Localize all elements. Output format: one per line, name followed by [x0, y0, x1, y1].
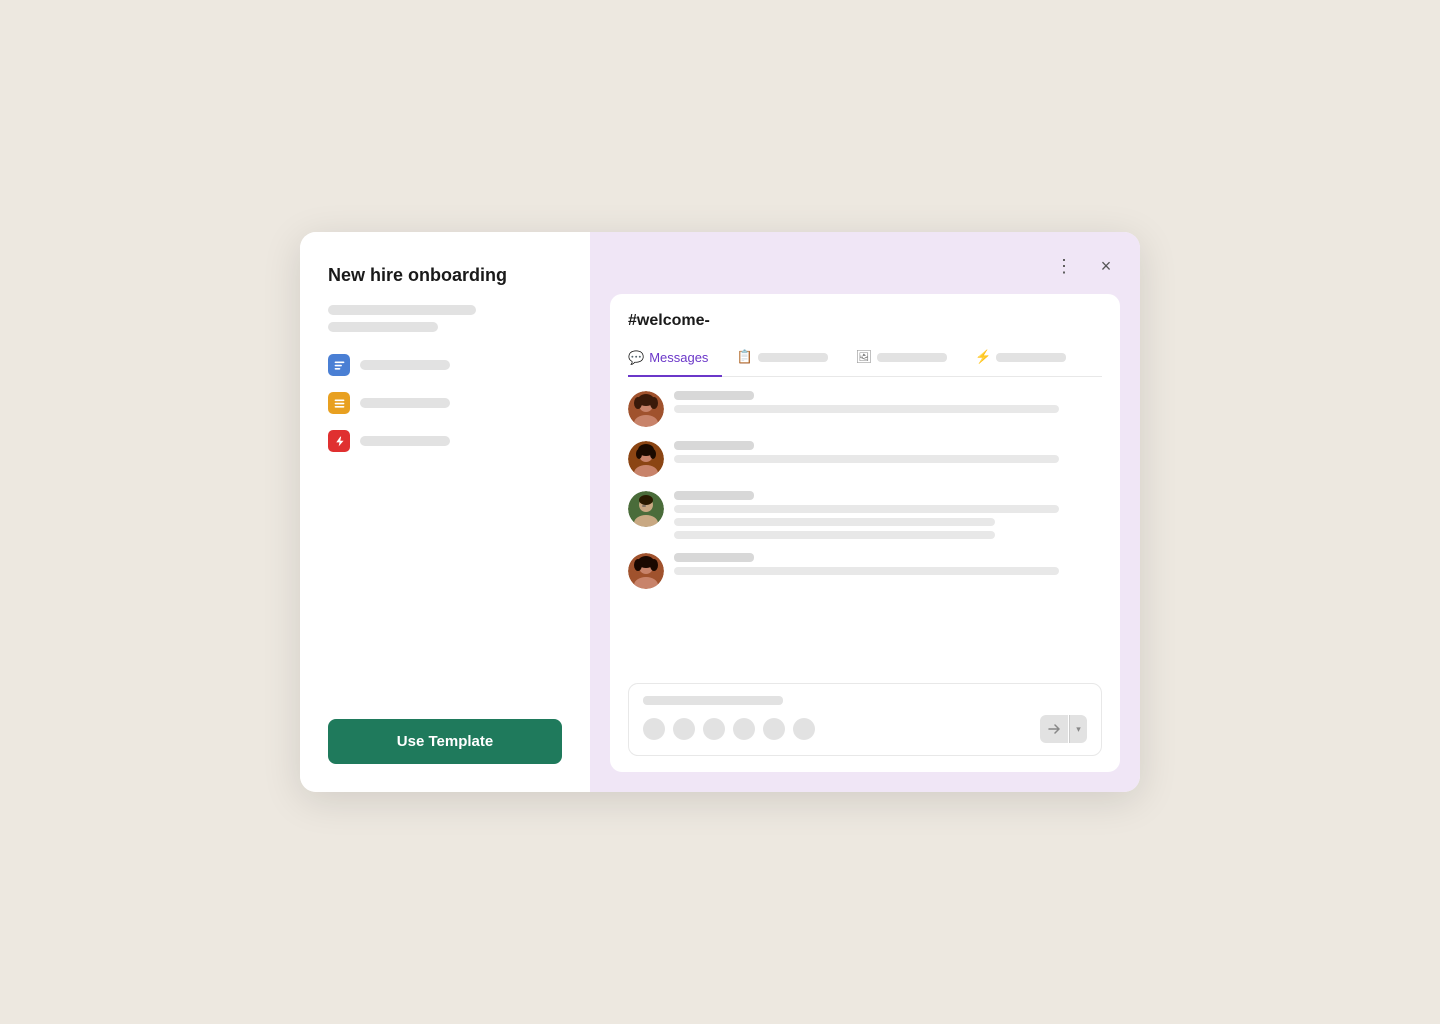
toolbar-format-icon[interactable]: [733, 718, 755, 740]
tab-messages-label: Messages: [649, 350, 708, 365]
feature-text-3: [360, 436, 450, 446]
toolbar-extra-icon[interactable]: [793, 718, 815, 740]
message-name-skeleton: [674, 491, 754, 500]
files-tab-icon: 📋: [736, 349, 752, 365]
message-line-skeleton-2: [674, 518, 995, 526]
tab-files-skeleton: [758, 353, 828, 362]
messages-tab-icon: 💬: [628, 350, 644, 366]
feature-item-3: [328, 430, 562, 452]
tab-media[interactable]: 🖼: [856, 342, 962, 376]
tab-files[interactable]: 📋: [736, 342, 841, 376]
table-row: [628, 491, 1102, 539]
message-line-skeleton-3: [674, 531, 995, 539]
message-line-skeleton: [674, 567, 1059, 575]
tab-media-skeleton: [877, 353, 947, 362]
message-line-skeleton: [674, 405, 1059, 413]
avatar: [628, 391, 664, 427]
feature-item-1: [328, 354, 562, 376]
toolbar-more-icon[interactable]: [763, 718, 785, 740]
template-title: New hire onboarding: [328, 264, 562, 287]
feature-text-2: [360, 398, 450, 408]
tab-messages[interactable]: 💬 Messages: [628, 343, 722, 377]
table-row: [628, 391, 1102, 427]
channel-name: #welcome-: [628, 312, 1102, 330]
toolbar-attachment-icon[interactable]: [673, 718, 695, 740]
toolbar-mention-icon[interactable]: [703, 718, 725, 740]
table-row: [628, 553, 1102, 589]
desc-skeleton-1: [328, 305, 476, 315]
lightning-icon: [328, 430, 350, 452]
close-icon[interactable]: ×: [1092, 252, 1120, 280]
left-panel: New hire onboarding: [300, 232, 590, 792]
message-content: [674, 553, 1102, 575]
list-icon: [328, 392, 350, 414]
message-name-skeleton: [674, 391, 754, 400]
input-toolbar: ▾: [643, 715, 1087, 743]
send-arrow-icon: [1040, 715, 1068, 743]
panel-header: ⋮ ×: [610, 252, 1120, 280]
checklist-icon: [328, 354, 350, 376]
desc-skeleton-2: [328, 322, 438, 332]
message-content: [674, 441, 1102, 463]
message-input-area[interactable]: ▾: [628, 683, 1102, 756]
channel-tabs: 💬 Messages 📋 🖼 ⚡: [628, 342, 1102, 377]
avatar: [628, 553, 664, 589]
use-template-button[interactable]: Use Template: [328, 719, 562, 764]
table-row: [628, 441, 1102, 477]
tab-automation-skeleton: [996, 353, 1066, 362]
send-dropdown-icon[interactable]: ▾: [1069, 715, 1087, 743]
message-content: [674, 391, 1102, 413]
media-tab-icon: 🖼: [856, 349, 873, 365]
tab-automation[interactable]: ⚡: [975, 342, 1080, 376]
channel-card: #welcome- 💬 Messages 📋 🖼 ⚡: [610, 294, 1120, 772]
message-content: [674, 491, 1102, 539]
toolbar-emoji-icon[interactable]: [643, 718, 665, 740]
message-name-skeleton: [674, 553, 754, 562]
message-name-skeleton: [674, 441, 754, 450]
feature-text-1: [360, 360, 450, 370]
right-panel: ⋮ × #welcome- 💬 Messages 📋 🖼: [590, 232, 1140, 792]
send-button[interactable]: ▾: [1040, 715, 1087, 743]
avatar: [628, 491, 664, 527]
messages-area: [628, 391, 1102, 673]
feature-item-2: [328, 392, 562, 414]
message-line-skeleton: [674, 505, 1059, 513]
automation-tab-icon: ⚡: [975, 349, 991, 365]
more-options-icon[interactable]: ⋮: [1050, 252, 1078, 280]
input-placeholder-skeleton: [643, 696, 783, 705]
message-line-skeleton: [674, 455, 1059, 463]
modal-container: New hire onboarding: [300, 232, 1140, 792]
avatar: [628, 441, 664, 477]
